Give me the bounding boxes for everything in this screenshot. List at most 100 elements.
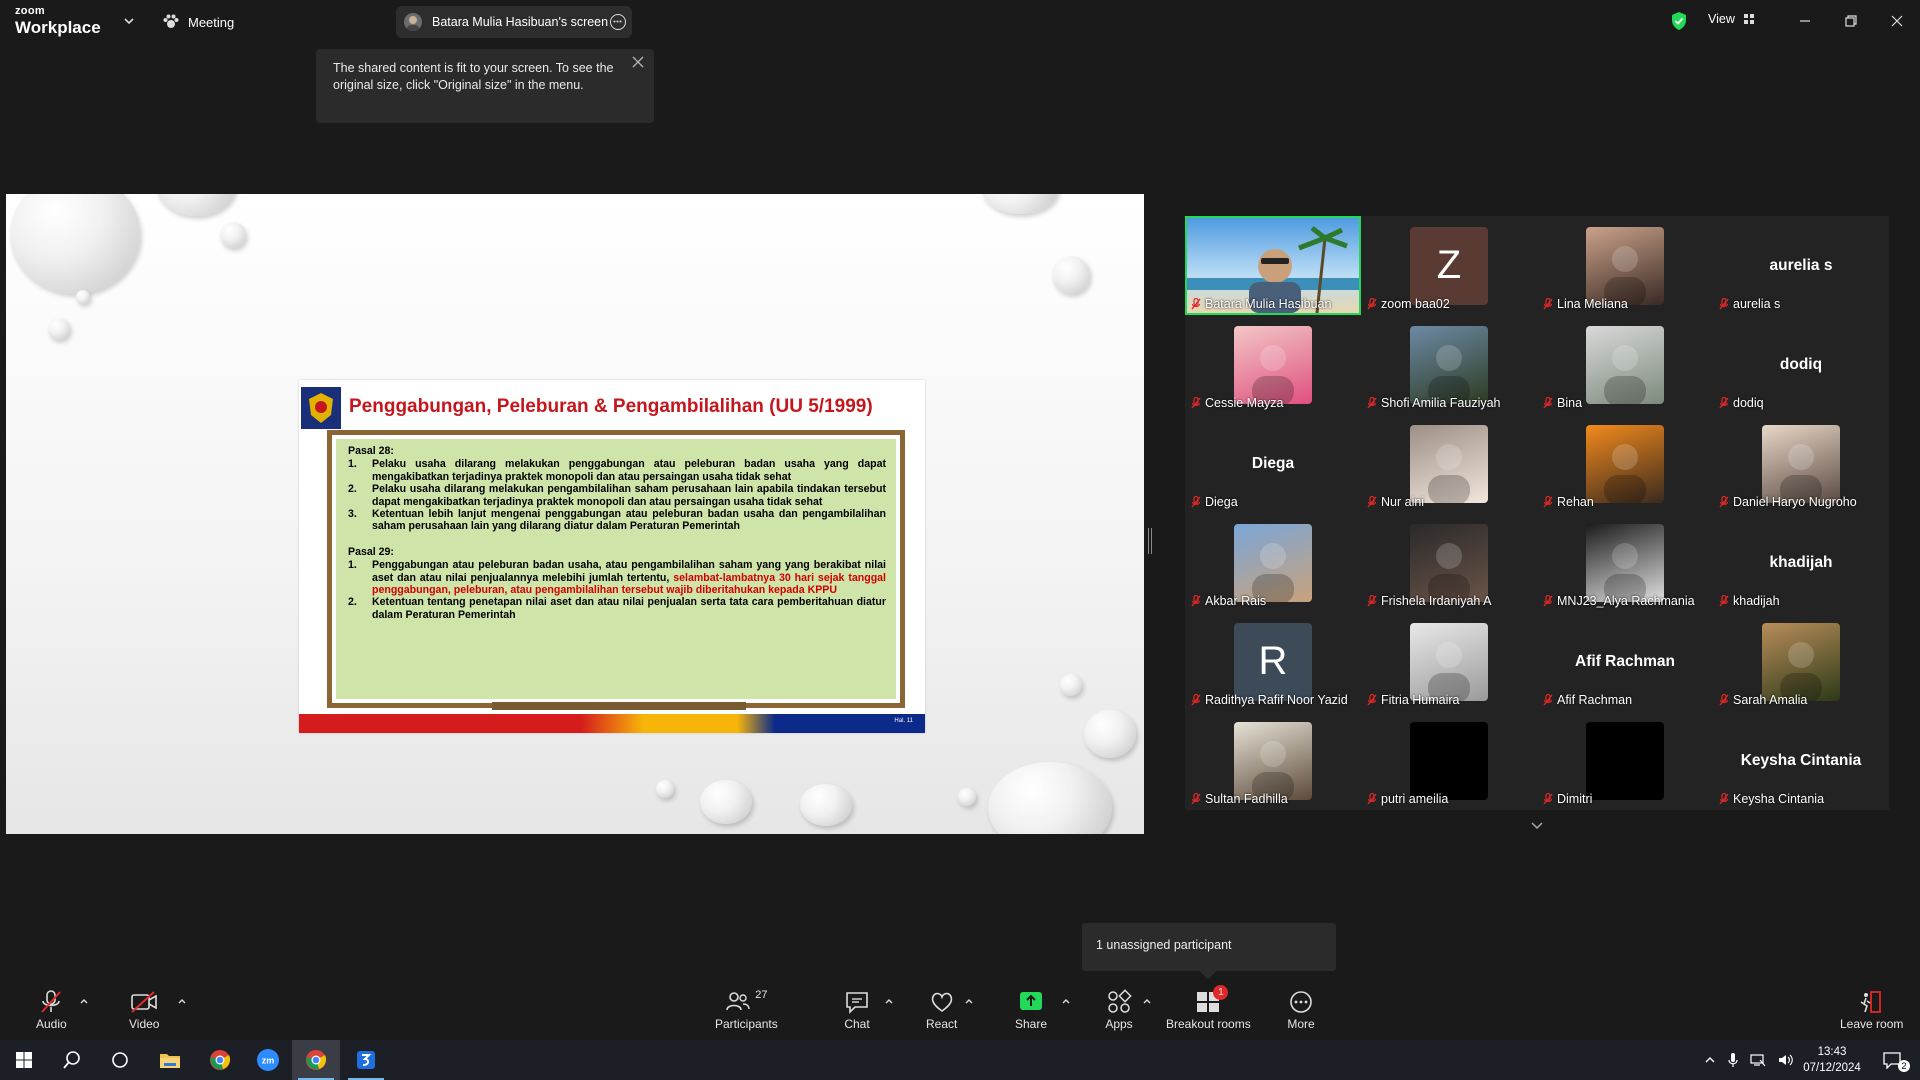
participant-tile[interactable]: Rehan xyxy=(1537,414,1713,513)
audio-options-caret-icon[interactable] xyxy=(79,997,89,1005)
participant-name-label: MNJ23_Alya Rachmania xyxy=(1543,594,1695,608)
participant-name-label: Sultan Fadhilla xyxy=(1191,792,1288,806)
react-button[interactable]: React xyxy=(926,989,957,1031)
apps-button[interactable]: Apps xyxy=(1104,989,1134,1031)
apps-options-caret-icon[interactable] xyxy=(1142,997,1152,1005)
react-options-caret-icon[interactable] xyxy=(964,997,974,1005)
participant-name: Radithya Rafif Noor Yazid xyxy=(1205,693,1348,707)
participant-tile[interactable]: aurelia s aurelia s xyxy=(1713,216,1889,315)
participant-tile[interactable]: Sarah Amalia xyxy=(1713,612,1889,711)
close-icon[interactable] xyxy=(632,56,644,68)
participant-name-label: Batara Mulia Hasibuan xyxy=(1191,297,1331,311)
participant-tile[interactable]: Batara Mulia Hasibuan xyxy=(1185,216,1361,315)
view-menu-button[interactable]: View xyxy=(1708,12,1755,26)
participant-tile[interactable]: Shofi Amilia Fauziyah xyxy=(1361,315,1537,414)
participant-name: aurelia s xyxy=(1733,297,1781,311)
participant-tile[interactable]: Diega Diega xyxy=(1185,414,1361,513)
breakout-label: Breakout rooms xyxy=(1166,1017,1251,1031)
chevron-down-icon[interactable] xyxy=(122,14,136,28)
participant-tile[interactable]: Lina Meliana xyxy=(1537,216,1713,315)
participant-name: Daniel Haryo Nugroho xyxy=(1733,495,1857,509)
chrome-active-button[interactable] xyxy=(292,1040,340,1080)
participant-tile[interactable]: Akbar Rais xyxy=(1185,513,1361,612)
participant-video-off xyxy=(1410,721,1488,800)
participant-tile[interactable]: Daniel Haryo Nugroho xyxy=(1713,414,1889,513)
cortana-button[interactable] xyxy=(96,1040,144,1080)
participant-tile[interactable]: Keysha Cintania Keysha Cintania xyxy=(1713,711,1889,810)
participant-name-label: Rehan xyxy=(1543,495,1594,509)
mic-muted-icon xyxy=(1367,792,1377,805)
participant-name-label: Shofi Amilia Fauziyah xyxy=(1367,396,1501,410)
apps-label: Apps xyxy=(1105,1017,1133,1031)
network-icon[interactable] xyxy=(1750,1053,1766,1067)
mic-muted-icon xyxy=(1719,792,1729,805)
more-options-icon[interactable] xyxy=(610,14,626,30)
participant-photo xyxy=(1410,622,1488,701)
pasal-28-item: 1. Pelaku usaha dilarang melakukan pengga… xyxy=(348,458,886,483)
participant-photo xyxy=(1234,721,1312,800)
shared-screen-indicator[interactable]: Batara Mulia Hasibuan's screen xyxy=(396,6,632,38)
participant-tile[interactable]: R Radithya Rafif Noor Yazid xyxy=(1185,612,1361,711)
shared-screen-view[interactable]: Penggabungan, Peleburan & Pengambilaliha… xyxy=(6,194,1144,834)
participant-tile[interactable]: Sultan Fadhilla xyxy=(1185,711,1361,810)
zoom-taskbar-button[interactable]: zm xyxy=(244,1040,292,1080)
audio-button[interactable]: Audio xyxy=(36,989,67,1031)
pasal-28-heading: Pasal 28: xyxy=(348,445,394,457)
more-button[interactable]: More xyxy=(1286,989,1316,1031)
file-explorer-button[interactable] xyxy=(146,1040,194,1080)
breakout-badge: 1 xyxy=(1213,985,1229,1000)
participant-tile[interactable]: Cessie Mayza xyxy=(1185,315,1361,414)
taskbar-clock[interactable]: 13:43 07/12/2024 xyxy=(1796,1044,1868,1076)
mic-muted-icon xyxy=(1543,396,1553,409)
leave-label: Leave room xyxy=(1840,1017,1904,1031)
zoom-window: zoom Workplace Meeting Batara Mulia Hasi… xyxy=(0,0,1920,1080)
share-options-caret-icon[interactable] xyxy=(1061,997,1071,1005)
participant-tile[interactable]: Nur aini xyxy=(1361,414,1537,513)
participant-tile[interactable]: Frishela Irdaniyah A xyxy=(1361,513,1537,612)
start-button[interactable] xyxy=(0,1040,48,1080)
volume-icon[interactable] xyxy=(1778,1053,1794,1067)
participant-tile[interactable]: Bina xyxy=(1537,315,1713,414)
meeting-menu-button[interactable]: Meeting xyxy=(162,12,234,32)
participant-tile[interactable]: Dimitri xyxy=(1537,711,1713,810)
notifications-button[interactable]: 2 xyxy=(1868,1040,1916,1080)
participant-tile[interactable]: Zzoom baa02 xyxy=(1361,216,1537,315)
panel-resize-handle[interactable] xyxy=(1148,528,1152,554)
meeting-toolbar: Audio Video 27 Participants Chat React S… xyxy=(0,979,1920,1040)
participant-name: Akbar Rais xyxy=(1205,594,1267,608)
microphone-icon[interactable] xyxy=(1728,1052,1738,1068)
chrome-button[interactable] xyxy=(196,1040,244,1080)
participant-photo xyxy=(1586,424,1664,503)
participant-tile[interactable]: Fitria Humaira xyxy=(1361,612,1537,711)
pasal-29-item: 1. Penggabungan atau peleburan badan usah… xyxy=(348,559,886,597)
participant-tile[interactable]: putri ameilia xyxy=(1361,711,1537,810)
share-label: Share xyxy=(1015,1017,1048,1031)
chevron-up-icon[interactable] xyxy=(1704,1055,1716,1065)
share-button[interactable]: Share xyxy=(1015,989,1047,1031)
participant-gallery: Batara Mulia Hasibuan Zzoom baa02 Lina Mel… xyxy=(1185,216,1889,810)
close-window-icon[interactable] xyxy=(1886,10,1908,32)
participant-tile[interactable]: khadijah khadijah xyxy=(1713,513,1889,612)
water-drop-decoration xyxy=(800,784,852,826)
security-shield-icon[interactable] xyxy=(1670,11,1688,31)
share-screen-icon xyxy=(1020,992,1043,1010)
participants-button[interactable]: 27 Participants xyxy=(715,989,778,1031)
zoom-workplace-logo[interactable]: zoom Workplace xyxy=(15,6,101,37)
app-3-taskbar-button[interactable] xyxy=(342,1040,390,1080)
participant-name-label: zoom baa02 xyxy=(1367,297,1450,311)
chevron-down-icon[interactable] xyxy=(1530,821,1544,831)
restore-icon[interactable] xyxy=(1840,10,1862,32)
breakout-rooms-button[interactable]: 1 Breakout rooms xyxy=(1166,985,1251,1031)
leave-room-button[interactable]: Leave room xyxy=(1840,989,1903,1031)
video-options-caret-icon[interactable] xyxy=(177,997,187,1005)
chat-button[interactable]: Chat xyxy=(842,989,872,1031)
minimize-icon[interactable] xyxy=(1794,10,1816,32)
unassigned-participant-tooltip[interactable]: 1 unassigned participant xyxy=(1082,923,1336,971)
participant-tile[interactable]: MNJ23_Alya Rachmania xyxy=(1537,513,1713,612)
video-button[interactable]: Video xyxy=(129,989,159,1031)
participant-tile[interactable]: Afif Rachman Afif Rachman xyxy=(1537,612,1713,711)
participant-name-label: Sarah Amalia xyxy=(1719,693,1807,707)
search-button[interactable] xyxy=(48,1040,96,1080)
participant-tile[interactable]: dodiq dodiq xyxy=(1713,315,1889,414)
chat-options-caret-icon[interactable] xyxy=(884,997,894,1005)
